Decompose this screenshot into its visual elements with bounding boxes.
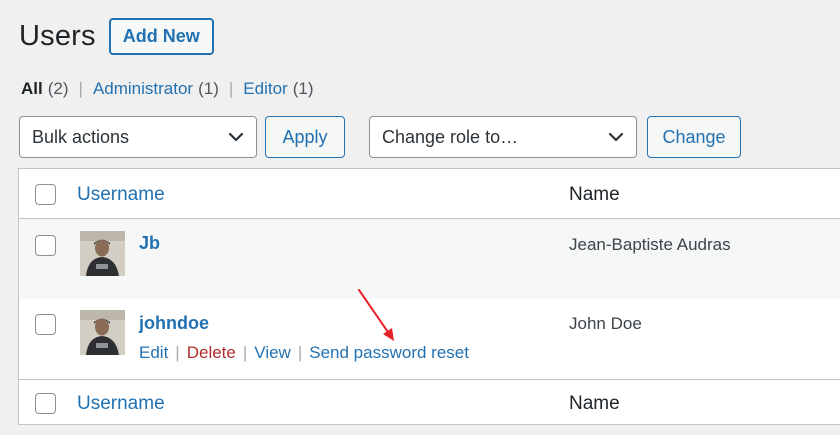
username-link[interactable]: johndoe: [139, 313, 209, 334]
view-all-link[interactable]: All: [21, 79, 43, 99]
title-row: Users Add New: [19, 14, 214, 58]
select-all-checkbox[interactable]: [35, 184, 56, 205]
red-arrow-annotation-icon: [358, 289, 394, 341]
apply-button[interactable]: Apply: [265, 116, 345, 158]
avatar: [80, 231, 125, 276]
chevron-down-icon: [228, 132, 244, 142]
table-row: johndoe John Doe Edit | Delete | View | …: [19, 299, 840, 379]
view-separator: |: [228, 79, 234, 98]
select-all-checkbox[interactable]: [35, 393, 56, 414]
action-separator: |: [297, 343, 303, 362]
avatar: [80, 310, 125, 355]
edit-user-link[interactable]: Edit: [139, 343, 168, 363]
table-row: Jb Jean-Baptiste Audras: [19, 219, 840, 299]
delete-user-link[interactable]: Delete: [187, 343, 236, 363]
view-editor-count: (1): [292, 79, 314, 98]
bulk-actions-value: Bulk actions: [32, 126, 130, 147]
view-user-link[interactable]: View: [254, 343, 291, 363]
bulk-actions-select[interactable]: Bulk actions: [19, 116, 257, 158]
chevron-down-icon: [608, 132, 624, 142]
add-new-button[interactable]: Add New: [108, 17, 214, 55]
row-checkbox[interactable]: [35, 314, 56, 335]
username-column-sort-link[interactable]: Username: [77, 184, 165, 206]
send-password-reset-link[interactable]: Send password reset: [309, 343, 469, 363]
avatar-photo-icon: [80, 310, 125, 355]
name-column-header: Name: [569, 393, 620, 414]
role-filter-views: All (2) | Administrator (1) | Editor (1): [21, 79, 313, 99]
table-header-row: Username Name: [19, 169, 840, 219]
page-title: Users: [19, 19, 96, 52]
change-role-value: Change role to…: [382, 126, 519, 147]
view-administrator-count: (1): [198, 79, 219, 98]
view-editor-link[interactable]: Editor: [243, 79, 287, 99]
table-footer-row: Username Name: [19, 379, 840, 426]
users-table: Username Name Jb Jean-Baptiste Audras jo…: [18, 168, 840, 425]
change-role-select[interactable]: Change role to…: [369, 116, 637, 158]
action-separator: |: [242, 343, 248, 362]
row-checkbox[interactable]: [35, 235, 56, 256]
change-role-button[interactable]: Change: [647, 116, 741, 158]
avatar-photo-icon: [80, 231, 125, 276]
row-actions: Edit | Delete | View | Send password res…: [139, 343, 469, 363]
action-separator: |: [175, 343, 180, 362]
user-full-name: Jean-Baptiste Audras: [569, 235, 731, 254]
username-column-sort-link[interactable]: Username: [77, 393, 165, 415]
username-link[interactable]: Jb: [139, 233, 160, 254]
name-column-header: Name: [569, 184, 620, 205]
view-all-count: (2): [47, 79, 69, 98]
user-full-name: John Doe: [569, 314, 642, 333]
view-separator: |: [78, 79, 83, 98]
view-administrator-link[interactable]: Administrator: [93, 79, 193, 99]
